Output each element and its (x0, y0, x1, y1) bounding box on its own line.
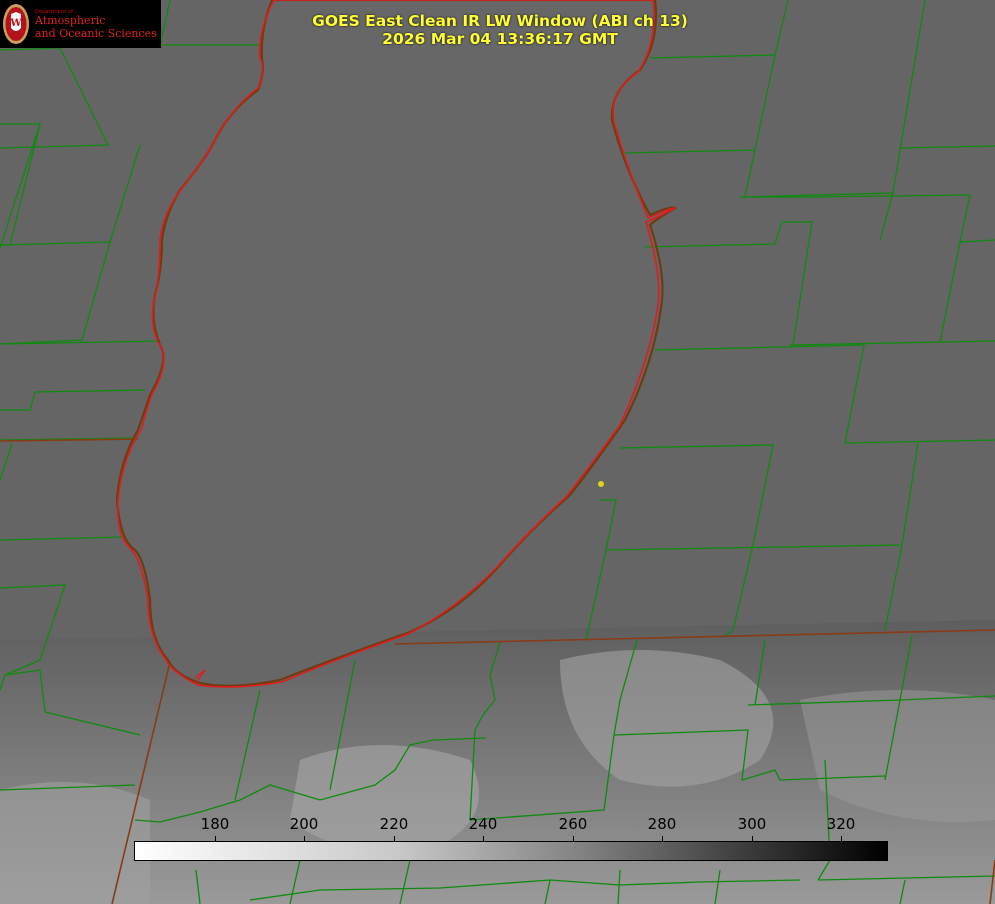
cloud-patch (0, 782, 150, 904)
colorbar-tick-label: 180 (200, 815, 230, 833)
colorbar-tick-mark (841, 836, 842, 841)
aos-logo: W Department of Atmospheric and Oceanic … (0, 0, 161, 48)
colorbar-tick-label: 200 (289, 815, 319, 833)
colorbar-tick-label: 220 (379, 815, 409, 833)
uw-crest-icon: W (3, 4, 29, 44)
colorbar-tick-mark (483, 836, 484, 841)
title-line1: GOES East Clean IR LW Window (ABI ch 13) (312, 12, 688, 30)
colorbar-tick-mark (752, 836, 753, 841)
colorbar-tick-mark (573, 836, 574, 841)
logo-name-line2: and Oceanic Sciences (35, 27, 157, 40)
colorbar-tick-label: 320 (826, 815, 856, 833)
image-title: GOES East Clean IR LW Window (ABI ch 13)… (290, 12, 710, 48)
satellite-viewer: W Department of Atmospheric and Oceanic … (0, 0, 995, 904)
colorbar (134, 841, 888, 861)
colorbar-tick-mark (394, 836, 395, 841)
cloud-patch (290, 745, 479, 852)
colorbar-tick-label: 280 (647, 815, 677, 833)
colorbar-tick-label: 260 (558, 815, 588, 833)
location-marker (598, 481, 604, 487)
logo-name-line1: Atmospheric (35, 14, 106, 27)
colorbar-tick-label: 300 (737, 815, 767, 833)
colorbar-tick-mark (215, 836, 216, 841)
svg-text:W: W (9, 18, 22, 29)
colorbar-tick-mark (304, 836, 305, 841)
colorbar-tick-mark (662, 836, 663, 841)
satellite-map (0, 0, 995, 904)
title-line2: 2026 Mar 04 13:36:17 GMT (382, 30, 618, 48)
colorbar-tick-label: 240 (468, 815, 498, 833)
